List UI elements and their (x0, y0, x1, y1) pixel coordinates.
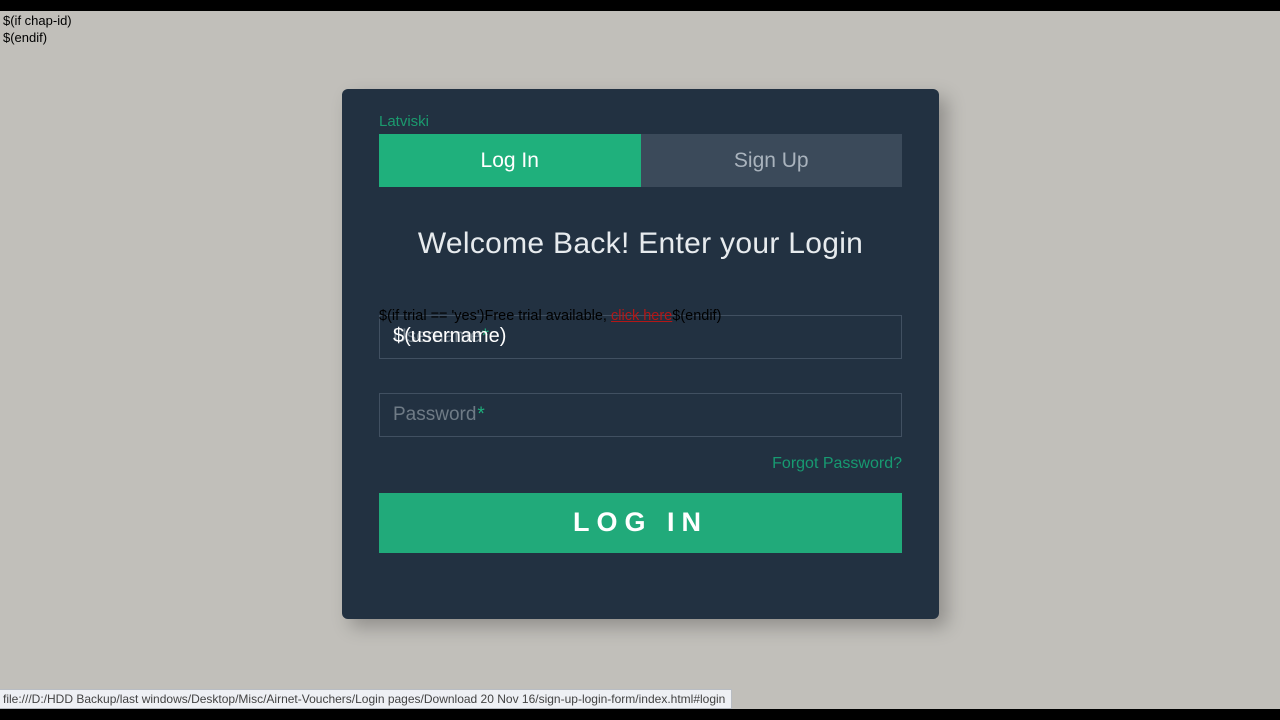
debug-line-1: $(if chap-id) (3, 13, 72, 30)
login-card: Latviski Log In Sign Up Welcome Back! En… (342, 89, 939, 619)
trial-suffix: $(endif) (672, 308, 721, 324)
auth-tabs: Log In Sign Up (379, 134, 902, 187)
browser-status-bar: file:///D:/HDD Backup/last windows/Deskt… (0, 689, 732, 709)
trial-prefix: $(if trial == 'yes')Free trial available… (379, 308, 611, 324)
tab-signup[interactable]: Sign Up (641, 134, 903, 187)
language-link[interactable]: Latviski (379, 113, 429, 130)
debug-line-2: $(endif) (3, 30, 72, 47)
login-button[interactable]: LOG IN (379, 493, 902, 553)
debug-template-text: $(if chap-id) $(endif) (3, 13, 72, 47)
tab-login[interactable]: Log In (379, 134, 641, 187)
trial-link[interactable]: click here (611, 308, 672, 324)
welcome-heading: Welcome Back! Enter your Login (379, 227, 902, 261)
trial-text: $(if trial == 'yes')Free trial available… (379, 309, 902, 324)
forgot-password-link[interactable]: Forgot Password? (379, 455, 902, 473)
password-placeholder: Password* (393, 404, 485, 426)
username-value: $(username) (393, 325, 506, 348)
password-placeholder-text: Password (393, 404, 476, 425)
password-field[interactable]: Password* (379, 393, 902, 437)
required-asterisk-icon: * (477, 404, 484, 425)
